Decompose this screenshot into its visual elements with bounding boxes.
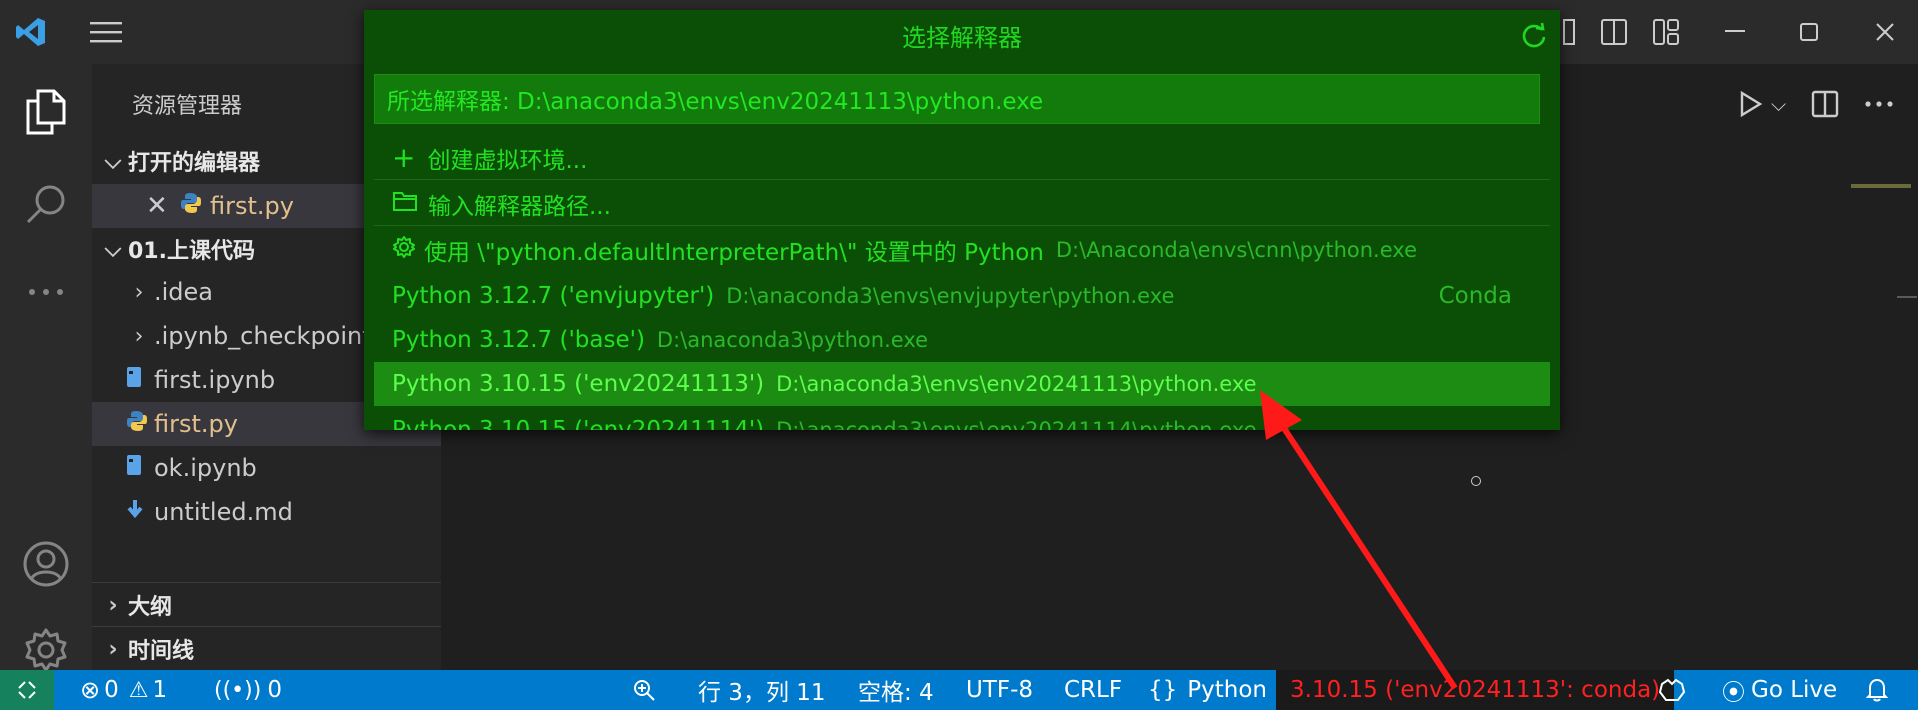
annotation-arrow — [1260, 390, 1458, 690]
